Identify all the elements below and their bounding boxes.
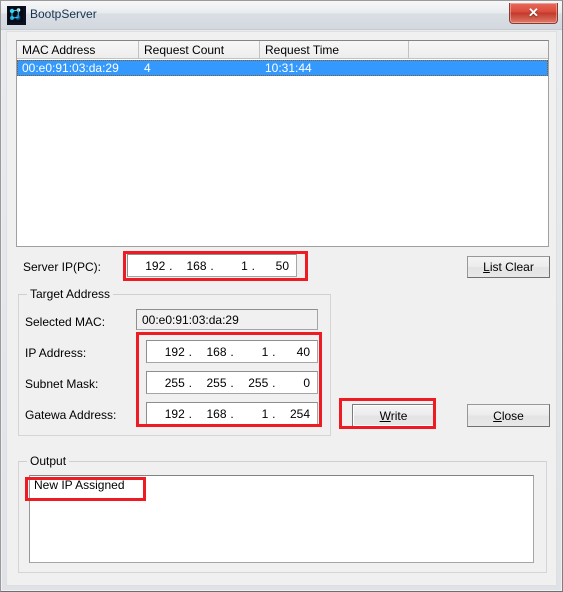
subnet-mask-label: Subnet Mask:: [25, 377, 99, 391]
cell-request-count: 4: [144, 61, 151, 75]
ip-separator: .: [188, 406, 192, 421]
ip-separator: .: [230, 406, 234, 421]
ip-address-input[interactable]: 192 . 168 . 1 . 40: [146, 340, 318, 363]
bootp-server-window: BootpServer ✕ MAC Address Request Count …: [0, 0, 563, 592]
ip-separator: .: [188, 375, 192, 390]
server-ip-label: Server IP(PC):: [23, 260, 102, 274]
cell-request-time: 10:31:44: [265, 61, 312, 75]
close-icon: ✕: [528, 5, 539, 20]
client-area: MAC Address Request Count Request Time 0…: [6, 31, 557, 586]
title-bar[interactable]: BootpServer ✕: [1, 1, 562, 30]
selected-mac-label: Selected MAC:: [25, 315, 106, 329]
subnet-mask-octet-1: 255: [164, 375, 185, 390]
server-ip-octet-4: 50: [275, 258, 289, 273]
close-button-label: Close: [493, 409, 524, 423]
subnet-mask-octet-4: 0: [303, 375, 310, 390]
close-window-button[interactable]: ✕: [509, 3, 558, 24]
list-clear-rest: ist Clear: [489, 260, 534, 274]
server-ip-input[interactable]: 192 . 168 . 1 . 50: [127, 254, 297, 277]
list-clear-button[interactable]: List Clear: [467, 256, 550, 278]
write-button[interactable]: Write: [352, 404, 435, 427]
ip-address-octet-2: 168: [206, 344, 227, 359]
ip-separator: .: [230, 375, 234, 390]
ip-separator: .: [188, 344, 192, 359]
column-header-request-count[interactable]: Request Count: [139, 41, 260, 59]
cell-mac-address: 00:e0:91:03:da:29: [22, 61, 119, 75]
column-header-extra[interactable]: [409, 41, 548, 59]
gateway-address-input[interactable]: 192 . 168 . 1 . 254: [146, 402, 318, 425]
close-rest: lose: [501, 408, 524, 423]
subnet-mask-input[interactable]: 255 . 255 . 255 . 0: [146, 371, 318, 394]
gateway-octet-2: 168: [206, 406, 227, 421]
subnet-mask-octet-2: 255: [206, 375, 227, 390]
ip-separator: .: [251, 258, 255, 273]
ip-address-octet-3: 1: [261, 344, 269, 359]
server-ip-octet-3: 1: [241, 258, 248, 273]
ip-separator: .: [272, 375, 276, 390]
ip-address-octet-1: 192: [164, 344, 185, 359]
window-title: BootpServer: [30, 7, 97, 21]
ip-separator: .: [272, 344, 276, 359]
table-row[interactable]: 00:e0:91:03:da:29 4 10:31:44: [17, 60, 548, 76]
ip-separator: .: [272, 406, 276, 421]
ip-separator: .: [210, 258, 214, 273]
list-body: 00:e0:91:03:da:29 4 10:31:44: [17, 60, 548, 246]
close-button[interactable]: Close: [467, 404, 550, 427]
selected-mac-value: 00:e0:91:03:da:29: [136, 309, 318, 330]
list-header-row: MAC Address Request Count Request Time: [17, 41, 548, 59]
close-mnemonic: C: [493, 408, 502, 423]
app-icon: [7, 6, 26, 25]
cell-extra: [409, 60, 548, 76]
output-line: New IP Assigned: [34, 478, 125, 492]
list-clear-button-label: List Clear: [483, 260, 534, 274]
server-ip-octet-2: 168: [186, 258, 207, 273]
target-address-group-title: Target Address: [27, 287, 114, 301]
ip-separator: .: [169, 258, 173, 273]
list-clear-mnemonic: L: [483, 260, 490, 274]
ip-address-octet-4: 40: [296, 344, 310, 359]
column-header-mac-address[interactable]: MAC Address: [17, 41, 139, 59]
ip-separator: .: [230, 344, 234, 359]
gateway-octet-1: 192: [164, 406, 185, 421]
subnet-mask-octet-3: 255: [248, 375, 269, 390]
gateway-address-label: Gatewa Address:: [25, 408, 117, 422]
output-textarea[interactable]: New IP Assigned: [29, 475, 534, 563]
column-header-request-time[interactable]: Request Time: [260, 41, 409, 59]
write-button-label: Write: [380, 409, 408, 423]
write-rest: rite: [390, 408, 408, 423]
ip-address-label: IP Address:: [25, 346, 87, 360]
gateway-octet-4: 254: [289, 406, 310, 421]
server-ip-octet-1: 192: [145, 258, 166, 273]
gateway-octet-3: 1: [261, 406, 269, 421]
output-group-title: Output: [27, 454, 70, 468]
request-list-view[interactable]: MAC Address Request Count Request Time 0…: [16, 40, 549, 247]
write-mnemonic: W: [379, 408, 391, 423]
